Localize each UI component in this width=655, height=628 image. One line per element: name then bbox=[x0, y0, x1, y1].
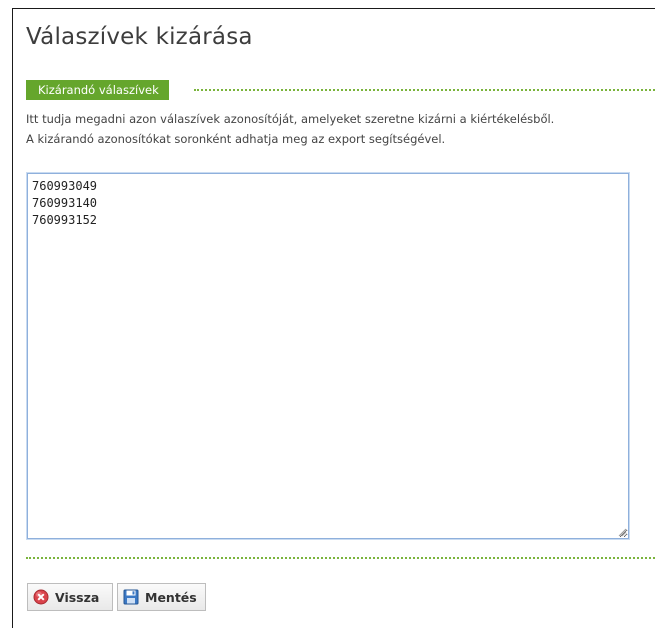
section-header: Kizárandó válaszívek bbox=[26, 80, 655, 100]
save-button[interactable]: Mentés bbox=[117, 583, 206, 611]
help-text: Itt tudja megadni azon válaszívek azonos… bbox=[26, 109, 655, 149]
section-label: Kizárandó válaszívek bbox=[26, 80, 169, 100]
help-line: Itt tudja megadni azon válaszívek azonos… bbox=[26, 112, 555, 126]
page-title: Válaszívek kizárása bbox=[26, 24, 253, 50]
back-button[interactable]: Vissza bbox=[27, 583, 113, 611]
section-divider bbox=[194, 89, 655, 91]
bottom-divider bbox=[26, 557, 655, 559]
excluded-ids-textarea[interactable] bbox=[27, 173, 629, 539]
back-button-label: Vissza bbox=[55, 589, 100, 605]
save-icon bbox=[123, 589, 139, 605]
help-line: A kizárandó azonosítókat soronként adhat… bbox=[26, 132, 446, 146]
save-button-label: Mentés bbox=[145, 589, 197, 605]
cancel-icon bbox=[33, 589, 49, 605]
